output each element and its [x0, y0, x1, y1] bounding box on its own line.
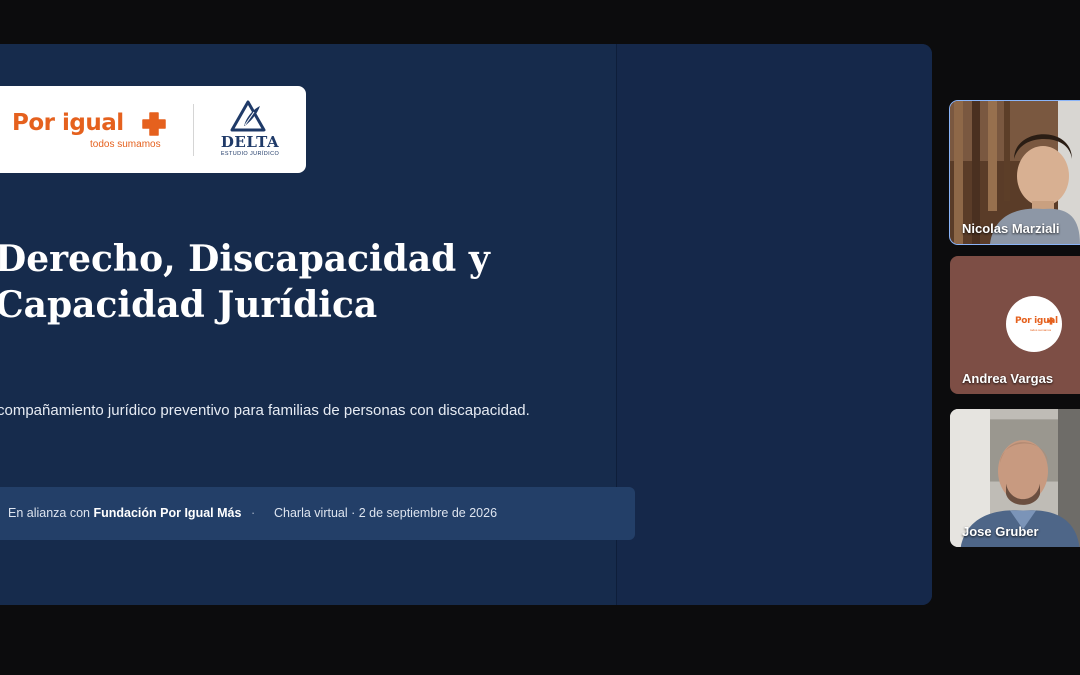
logo-divider [193, 104, 194, 156]
participant-name: Andrea Vargas [962, 371, 1054, 386]
delta-quill-icon [230, 100, 266, 132]
avatar-tagline: todos sumamos [1030, 328, 1052, 332]
porigual-logo-text: Por igual [12, 110, 124, 136]
alliance-prefix: En alianza con [8, 506, 94, 520]
event-details: Charla virtual · 2 de septiembre de 2026 [274, 506, 498, 520]
avatar: Por igual todos sumamos [1006, 296, 1062, 352]
delta-logo-subtitle: ESTUDIO JURÍDICO [220, 151, 280, 157]
participant-tile-nicolas[interactable]: Nicolas Marziali [949, 100, 1080, 245]
alliance-separator: · [251, 506, 256, 520]
participant-tile-jose[interactable]: Jose Gruber [950, 409, 1080, 547]
porigual-plus-icon [142, 112, 166, 136]
avatar-plus-icon [1047, 317, 1055, 325]
alliance-organization: Fundación Por Igual Más [93, 506, 242, 520]
participant-tile-andrea[interactable]: Por igual todos sumamos Andrea Vargas [950, 256, 1080, 394]
shared-slide: Por igual todos sumamos DELTA ESTUDIO JU… [0, 44, 932, 605]
slide-title-line-1: Derecho, Discapacidad y [0, 238, 490, 280]
delta-logo-text: DELTA [220, 133, 280, 151]
alliance-text: En alianza con Fundación Por Igual Más [8, 506, 241, 520]
participant-name: Jose Gruber [962, 524, 1039, 539]
slide-subtitle: compañamiento jurídico preventivo para f… [0, 402, 530, 419]
porigual-tagline: todos sumamos [90, 139, 161, 150]
participant-name: Nicolas Marziali [962, 221, 1060, 236]
slide-title: Derecho, Discapacidad y Capacidad Jurídi… [0, 236, 595, 328]
meeting-stage: Por igual todos sumamos DELTA ESTUDIO JU… [0, 0, 1080, 675]
logo-card: Por igual todos sumamos DELTA ESTUDIO JU… [0, 86, 306, 173]
slide-side-panel [616, 44, 932, 605]
slide-title-line-2: Capacidad Jurídica [0, 284, 378, 326]
alliance-bar: En alianza con Fundación Por Igual Más ·… [0, 487, 635, 540]
